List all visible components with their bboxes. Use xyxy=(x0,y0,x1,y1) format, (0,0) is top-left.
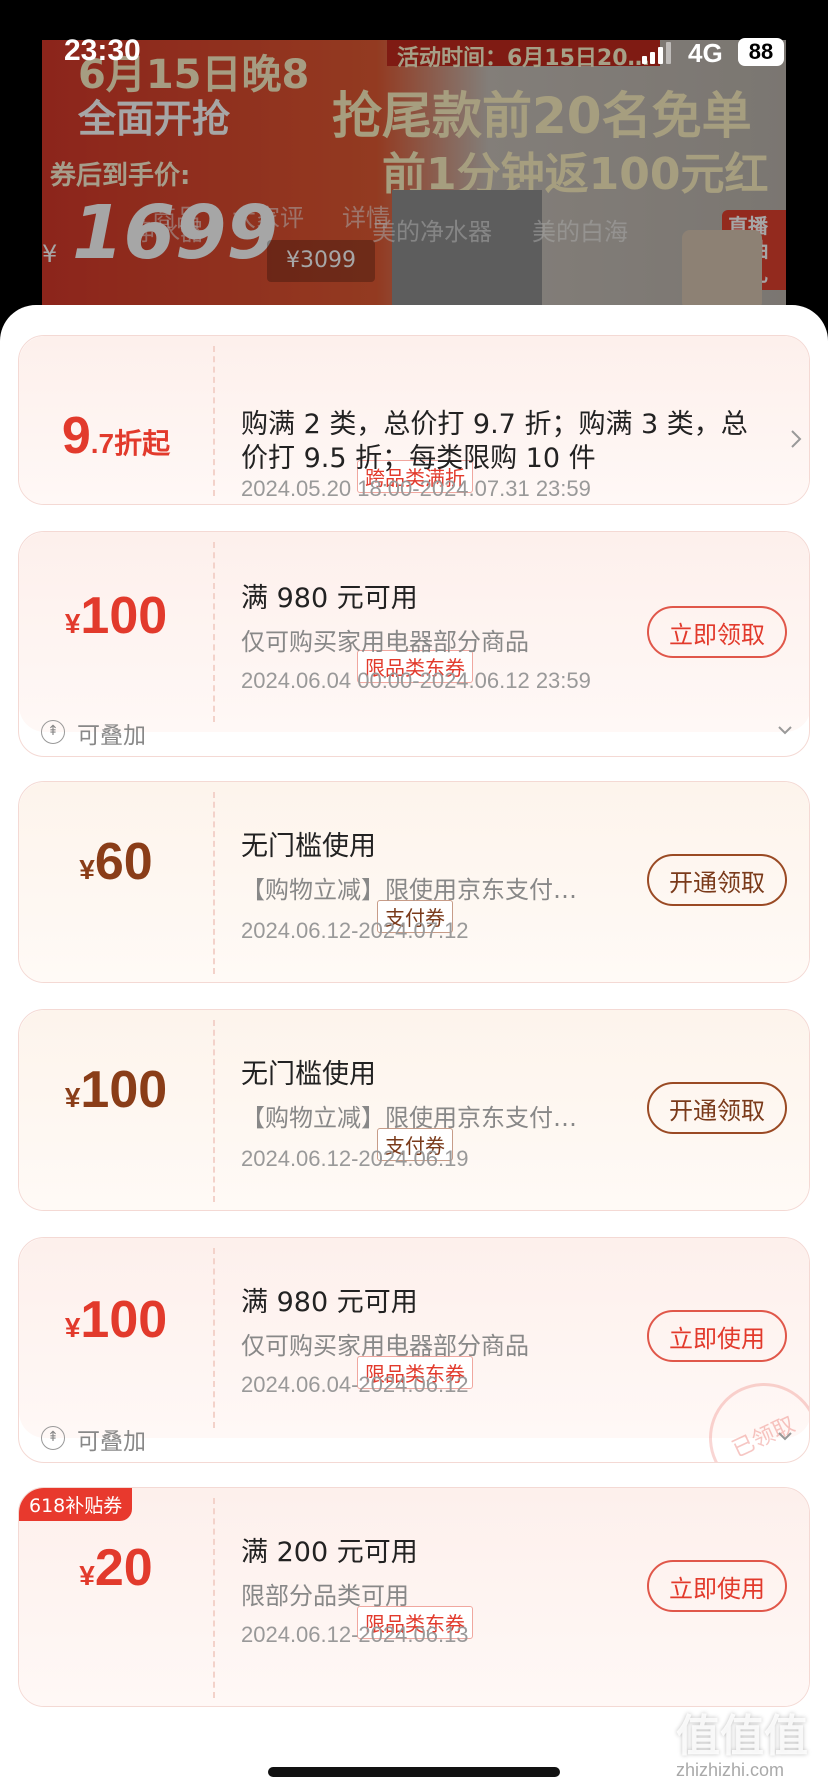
coupon-card: ¥100 限品类东券 满 980 元可用 仅可购买家用电器部分商品 2024.0… xyxy=(18,531,810,757)
stackable-row[interactable]: ⇞ 可叠加 xyxy=(19,1412,809,1462)
coupon-desc: 【购物立减】限使用京东支付… xyxy=(241,876,577,904)
coupon-card: ¥100 支付券 无门槛使用 【购物立减】限使用京东支付… 2024.06.12… xyxy=(18,1009,810,1211)
battery-icon: 88 xyxy=(738,38,784,66)
use-now-button[interactable]: 立即使用 xyxy=(647,1560,787,1612)
coupon-title: 无门槛使用 xyxy=(241,1059,376,1090)
watermark-url: zhizhizhi.com xyxy=(676,1760,785,1780)
coupon-date: 2024.05.20 18:00-2024.07.31 23:59 xyxy=(241,476,591,501)
stackable-row[interactable]: ⇞ 可叠加 xyxy=(19,706,809,756)
coupon-title: 满 200 元可用 xyxy=(241,1537,418,1568)
status-time: 23:30 xyxy=(64,34,141,67)
stack-icon: ⇞ xyxy=(41,720,65,744)
status-bar: 23:30 4G 88 xyxy=(0,0,828,100)
coupon-date: 2024.06.12-2024.06.13 xyxy=(241,1622,469,1647)
discount-amount: 9.7折起 xyxy=(61,407,171,465)
signal-icon xyxy=(642,42,672,64)
chevron-down-icon[interactable] xyxy=(775,720,795,740)
home-indicator[interactable] xyxy=(268,1767,560,1777)
coupon-title: 无门槛使用 xyxy=(241,831,376,862)
coupon-desc: 仅可购买家用电器部分商品 xyxy=(241,1332,529,1360)
coupon-amount: ¥100 xyxy=(64,587,168,645)
use-now-button[interactable]: 立即使用 xyxy=(647,1310,787,1362)
stack-icon: ⇞ xyxy=(41,1426,65,1450)
coupon-amount: ¥60 xyxy=(79,833,153,891)
coupon-title-line2: 价打 9.5 折；每类限购 10 件 xyxy=(241,443,596,474)
coupon-amount: ¥20 xyxy=(79,1539,153,1597)
coupon-title: 满 980 元可用 xyxy=(241,1287,418,1318)
chevron-down-icon[interactable] xyxy=(775,1426,795,1446)
coupon-date: 2024.06.04-2024.06.12 xyxy=(241,1372,469,1397)
coupon-title: 满 980 元可用 xyxy=(241,583,418,614)
coupon-date: 2024.06.04 00:00-2024.06.12 23:59 xyxy=(241,668,591,693)
coupon-card: ¥60 支付券 无门槛使用 【购物立减】限使用京东支付… 2024.06.12-… xyxy=(18,781,810,983)
network-type: 4G xyxy=(688,38,723,68)
coupon-card: 618补贴券 ¥20 限品类东券 满 200 元可用 限部分品类可用 2024.… xyxy=(18,1487,810,1707)
coupon-amount: ¥100 xyxy=(64,1291,168,1349)
claim-button[interactable]: 立即领取 xyxy=(647,606,787,658)
coupon-desc: 限部分品类可用 xyxy=(241,1582,409,1610)
stack-label: 可叠加 xyxy=(77,1429,146,1455)
chevron-right-icon[interactable] xyxy=(789,428,803,450)
coupon-date: 2024.06.12-2024.07.12 xyxy=(241,918,469,943)
coupon-amount: ¥100 xyxy=(64,1061,168,1119)
discount-sheet: 优惠 9.7折起 跨品类满折 购满 2 类，总价打 9.7 折；购满 3 类，总… xyxy=(0,305,828,1792)
activate-claim-button[interactable]: 开通领取 xyxy=(647,1082,787,1134)
stack-label: 可叠加 xyxy=(77,723,146,749)
coupon-date: 2024.06.12-2024.06.19 xyxy=(241,1146,469,1171)
subsidy-badge: 618补贴券 xyxy=(19,1488,133,1521)
coupon-card: ¥100 限品类东券 满 980 元可用 仅可购买家用电器部分商品 2024.0… xyxy=(18,1237,810,1463)
coupon-desc: 仅可购买家用电器部分商品 xyxy=(241,628,529,656)
coupon-card[interactable]: 9.7折起 跨品类满折 购满 2 类，总价打 9.7 折；购满 3 类，总 价打… xyxy=(18,335,810,505)
activate-claim-button[interactable]: 开通领取 xyxy=(647,854,787,906)
watermark-logo: 值值值 xyxy=(676,1711,808,1762)
coupon-desc: 【购物立减】限使用京东支付… xyxy=(241,1104,577,1132)
